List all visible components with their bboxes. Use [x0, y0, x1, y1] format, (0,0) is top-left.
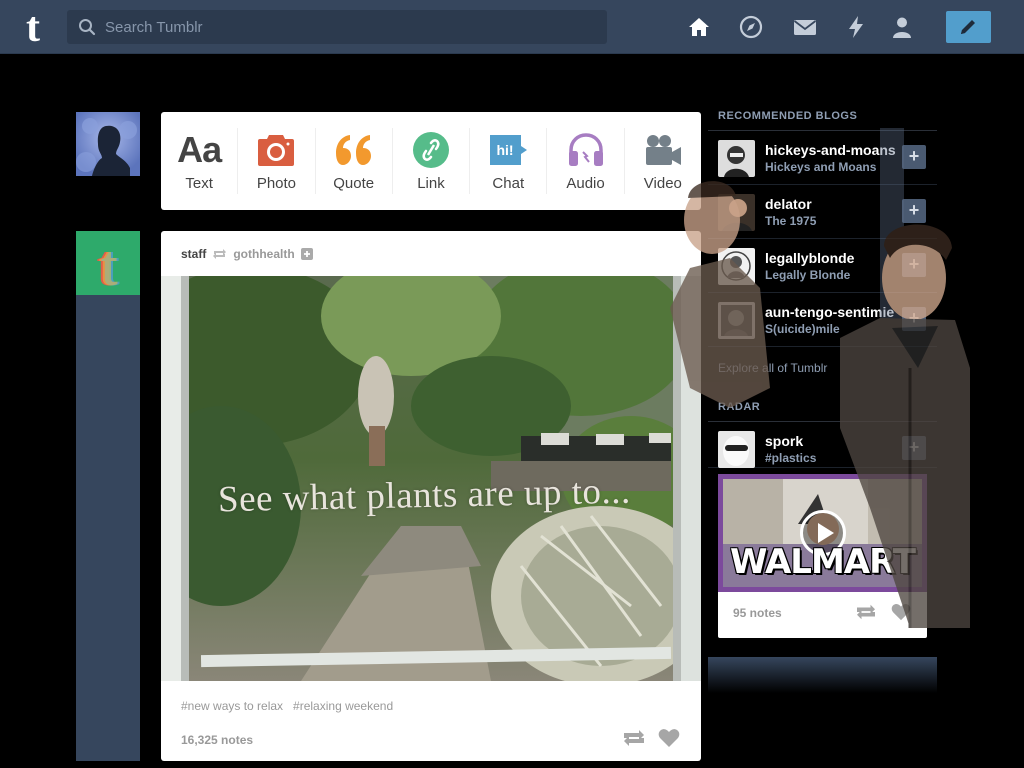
recommended-blogs-heading: RECOMMENDED BLOGS	[708, 100, 937, 131]
home-icon[interactable]	[686, 14, 712, 40]
blog-name[interactable]: delator	[765, 196, 905, 212]
blog-avatar[interactable]	[718, 302, 755, 339]
blog-title: S(uicide)mile	[765, 322, 840, 336]
post-type-label: Photo	[256, 175, 297, 192]
radar-video-thumbnail[interactable]: WALMART	[718, 474, 927, 592]
follow-button[interactable]: +	[902, 199, 926, 223]
post-type-bar: Aa Text Photo Quote Link hi! Chat Audio …	[161, 112, 701, 210]
post-type-label: Link	[417, 175, 445, 192]
recommended-blog-item[interactable]: delator The 1975 +	[708, 185, 937, 239]
camera-icon	[255, 130, 297, 170]
post-type-label: Quote	[333, 175, 375, 192]
follow-plus-icon[interactable]	[300, 248, 313, 260]
post-type-quote[interactable]: Quote	[316, 128, 393, 194]
reblog-icon	[213, 249, 227, 259]
compose-post-button[interactable]	[946, 11, 991, 43]
post-type-label: Audio	[566, 175, 605, 192]
video-thumbnail-text: WALMART	[730, 542, 916, 582]
user-avatar-image	[76, 112, 140, 176]
blog-title: The 1975	[765, 214, 817, 228]
follow-button[interactable]: +	[902, 436, 926, 460]
headphones-icon	[565, 130, 607, 170]
staff-avatar-rail	[76, 231, 140, 761]
svg-text:t: t	[98, 233, 118, 295]
post-type-label: Text	[185, 175, 213, 192]
blog-avatar[interactable]	[718, 140, 755, 177]
radar-heading: RADAR	[708, 391, 937, 422]
blog-name[interactable]: aun-tengo-sentimie	[765, 304, 905, 320]
reblog-button-icon[interactable]	[622, 728, 646, 748]
blog-avatar[interactable]	[718, 194, 755, 231]
post-type-video[interactable]: Video	[625, 128, 701, 194]
follow-button[interactable]: +	[902, 145, 926, 169]
recommended-blog-item[interactable]: hickeys-and-moans Hickeys and Moans +	[708, 131, 937, 185]
reblog-button-icon[interactable]	[855, 603, 877, 621]
top-navigation-bar: t	[0, 0, 1024, 54]
svg-text:t: t	[26, 8, 40, 46]
reblogged-from-link[interactable]: gothhealth	[233, 247, 294, 261]
radar-post-card[interactable]: WALMART 95 notes	[718, 474, 927, 638]
post-type-label: Chat	[492, 175, 525, 192]
follow-button[interactable]: +	[902, 253, 926, 277]
chat-icon: hi!	[487, 130, 529, 170]
post-type-text[interactable]: Aa Text	[161, 128, 239, 194]
post-tag[interactable]: #new ways to relax	[181, 699, 283, 713]
recommended-blog-item[interactable]: legallyblonde Legally Blonde +	[708, 239, 937, 293]
blog-avatar[interactable]	[718, 431, 755, 468]
blog-avatar[interactable]	[718, 248, 755, 285]
like-heart-icon[interactable]	[891, 603, 911, 621]
text-icon: Aa	[177, 129, 222, 170]
post-notes-count[interactable]: 16,325 notes	[181, 733, 253, 747]
search-input[interactable]	[105, 10, 595, 44]
post-author-link[interactable]: staff	[181, 247, 206, 261]
dashboard-post: staff gothhealth See what plants are up …	[161, 231, 701, 761]
sidebar-footer-fade	[708, 657, 937, 693]
blog-title: Legally Blonde	[765, 268, 851, 282]
right-sidebar: RECOMMENDED BLOGS hickeys-and-moans Hick…	[708, 100, 937, 638]
video-camera-icon	[642, 130, 684, 170]
activity-icon[interactable]	[843, 14, 869, 40]
inbox-icon[interactable]	[792, 14, 818, 40]
blog-title: Hickeys and Moans	[765, 160, 877, 174]
blog-name[interactable]: spork	[765, 433, 905, 449]
account-icon[interactable]	[889, 14, 915, 40]
post-tags: #new ways to relax #relaxing weekend	[181, 699, 393, 713]
link-icon	[410, 130, 452, 170]
search-box[interactable]	[67, 10, 607, 44]
tumblr-staff-logo-icon: t t t	[76, 231, 140, 298]
search-icon	[79, 19, 96, 36]
radar-notes-count[interactable]: 95 notes	[733, 606, 782, 620]
post-type-chat[interactable]: hi! Chat	[470, 128, 548, 194]
pencil-icon	[961, 20, 975, 34]
staff-avatar[interactable]: t t t	[76, 231, 140, 298]
blog-name[interactable]: hickeys-and-moans	[765, 142, 905, 158]
like-heart-icon[interactable]	[658, 728, 680, 748]
svg-text:hi!: hi!	[497, 142, 514, 158]
explore-all-link[interactable]: Explore all of Tumblr	[708, 347, 937, 391]
post-type-photo[interactable]: Photo	[238, 128, 316, 194]
follow-button[interactable]: +	[902, 307, 926, 331]
recommended-blog-item[interactable]: aun-tengo-sentimie S(uicide)mile +	[708, 293, 937, 347]
explore-icon[interactable]	[738, 14, 764, 40]
blog-title: #plastics	[765, 451, 817, 465]
post-type-audio[interactable]: Audio	[547, 128, 625, 194]
quote-icon	[333, 130, 375, 170]
post-tag[interactable]: #relaxing weekend	[293, 699, 393, 713]
post-type-label: Video	[643, 175, 682, 192]
blog-name[interactable]: legallyblonde	[765, 250, 905, 266]
post-type-link[interactable]: Link	[393, 128, 471, 194]
user-avatar[interactable]	[76, 112, 140, 176]
post-photo[interactable]: See what plants are up to...	[161, 276, 701, 681]
photo-caption-text: See what plants are up to...	[217, 470, 632, 521]
post-header: staff gothhealth	[181, 245, 313, 263]
tumblr-logo-icon[interactable]: t	[14, 8, 52, 46]
radar-blog-item[interactable]: spork #plastics +	[708, 422, 937, 468]
